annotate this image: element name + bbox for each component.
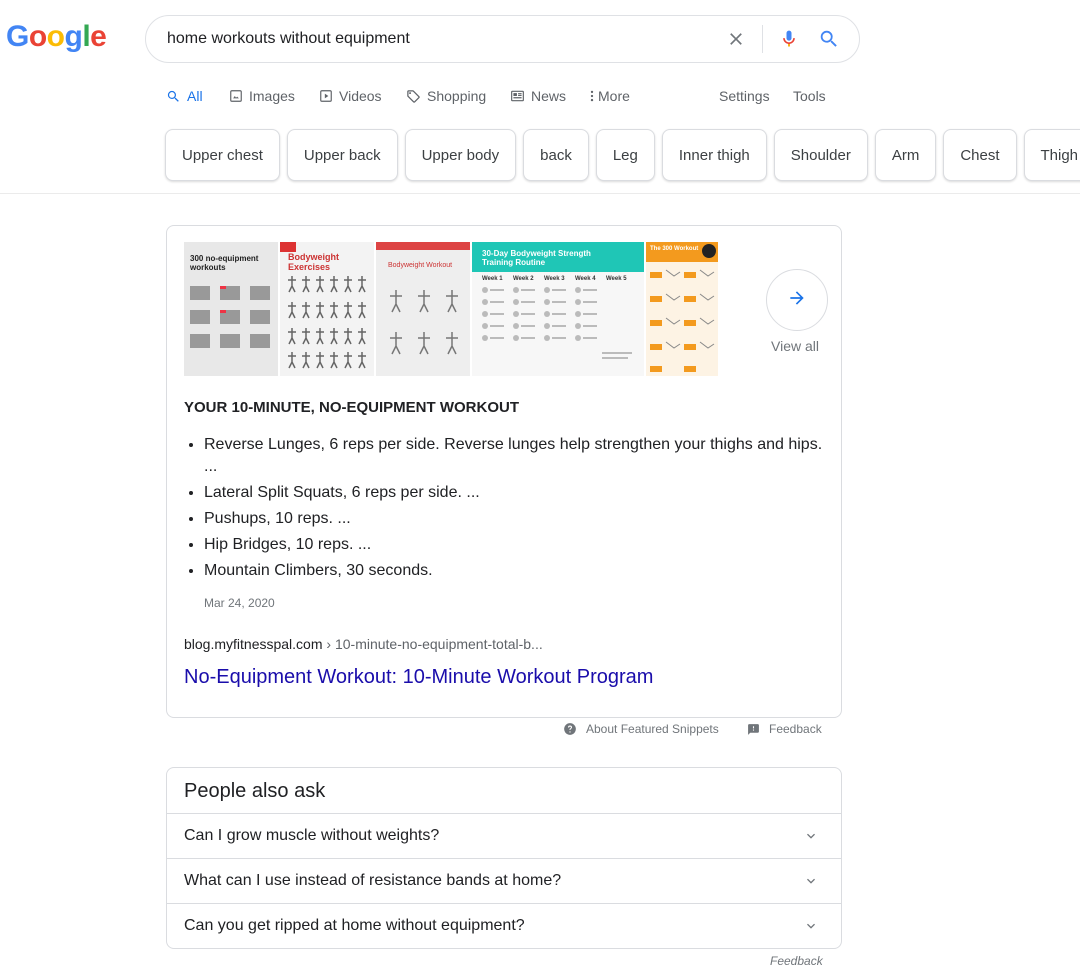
search-icon	[166, 89, 181, 104]
tab-label: Tools	[793, 88, 826, 104]
snippet-image[interactable]: The 300 Workout	[646, 242, 718, 376]
image-caption: 300 no-equipment workouts	[190, 254, 259, 272]
chip[interactable]: Leg	[595, 129, 655, 181]
tab-tools[interactable]: Tools	[793, 88, 826, 104]
chip[interactable]: Thigh	[1023, 129, 1080, 181]
tab-label: News	[531, 88, 567, 104]
list-item: Lateral Split Squats, 6 reps per side. .…	[204, 482, 824, 504]
list-item: Mountain Climbers, 30 seconds.	[204, 560, 824, 582]
refinement-chips: Upper chest Upper back Upper body back L…	[165, 129, 1080, 181]
snippet-image[interactable]: Bodyweight Workout	[376, 242, 470, 376]
chip[interactable]: Upper body	[404, 129, 517, 181]
video-icon	[319, 89, 333, 103]
chip[interactable]: Arm	[874, 129, 937, 181]
snippet-list: Reverse Lunges, 6 reps per side. Reverse…	[204, 434, 824, 586]
people-also-ask: People also ask Can I grow muscle withou…	[166, 767, 842, 949]
microphone-icon[interactable]	[769, 19, 809, 59]
tab-all[interactable]: All	[166, 88, 203, 104]
google-logo[interactable]: Google	[6, 20, 107, 54]
logo-letter: o	[28, 20, 47, 53]
search-divider	[762, 25, 763, 53]
search-icon[interactable]	[809, 19, 849, 59]
chevron-down-icon[interactable]	[803, 918, 819, 939]
chevron-down-icon[interactable]	[803, 873, 819, 894]
week-label: Week 1	[482, 276, 503, 282]
list-item: Reverse Lunges, 6 reps per side. Reverse…	[204, 434, 824, 478]
logo-letter: e	[90, 20, 107, 53]
result-domain: blog.myfitnesspal.com	[184, 636, 323, 652]
tab-label: More	[598, 88, 630, 104]
view-all-label[interactable]: View all	[771, 338, 819, 354]
result-url: blog.myfitnesspal.com › 10-minute-no-equ…	[184, 636, 543, 652]
search-input[interactable]: home workouts without equipment	[167, 30, 716, 48]
tab-label: Videos	[339, 88, 382, 104]
logo-letter: g	[64, 20, 83, 53]
tab-images[interactable]: Images	[229, 88, 295, 104]
image-caption: The 300 Workout	[650, 246, 699, 252]
snippet-date: Mar 24, 2020	[204, 596, 275, 610]
about-label: About Featured Snippets	[586, 722, 719, 736]
more-vertical-icon	[589, 89, 595, 103]
newspaper-icon	[510, 89, 525, 103]
week-label: Week 4	[575, 276, 596, 282]
list-item: Pushups, 10 reps. ...	[204, 508, 824, 530]
chip[interactable]: Shoulder	[773, 129, 868, 181]
paa-heading: People also ask	[184, 780, 326, 802]
image-caption: Bodyweight Workout	[388, 262, 453, 269]
tab-label: All	[187, 88, 203, 104]
tag-icon	[406, 89, 421, 104]
paa-feedback[interactable]: Feedback	[770, 954, 823, 968]
feedback-icon	[747, 723, 760, 736]
snippet-image[interactable]: 30-Day Bodyweight Strength Training Rout…	[472, 242, 644, 376]
chip[interactable]: Inner thigh	[661, 129, 767, 181]
question-text: What can I use instead of resistance ban…	[184, 872, 562, 889]
tab-more[interactable]: More	[589, 88, 630, 104]
featured-snippet: 300 no-equipment workouts Bodyweight Exe…	[166, 225, 842, 718]
image-caption: Bodyweight Exercises	[288, 252, 339, 272]
chip[interactable]: Chest	[943, 129, 1017, 181]
about-featured-snippets[interactable]: About Featured Snippets	[563, 722, 719, 736]
feedback-label: Feedback	[769, 722, 822, 736]
week-label: Week 5	[606, 276, 627, 282]
view-all-button[interactable]	[766, 269, 828, 331]
paa-question[interactable]: Can you get ripped at home without equip…	[167, 903, 841, 948]
paa-question[interactable]: Can I grow muscle without weights?	[167, 813, 841, 858]
question-text: Can I grow muscle without weights?	[184, 827, 440, 844]
arrow-right-icon	[787, 288, 807, 313]
week-label: Week 3	[544, 276, 565, 282]
image-icon	[229, 89, 243, 103]
logo-letter: l	[82, 20, 91, 53]
snippet-heading: YOUR 10-MINUTE, NO-EQUIPMENT WORKOUT	[184, 399, 520, 416]
header-divider	[0, 193, 1080, 194]
snippet-image[interactable]: 300 no-equipment workouts	[184, 242, 278, 376]
snippet-image[interactable]: Bodyweight Exercises	[280, 242, 374, 376]
snippet-image-strip: 300 no-equipment workouts Bodyweight Exe…	[184, 242, 720, 376]
logo-letter: o	[46, 20, 65, 53]
week-label: Week 2	[513, 276, 534, 282]
tab-label: Settings	[719, 88, 770, 104]
tab-news[interactable]: News	[510, 88, 566, 104]
logo-letter: G	[6, 20, 29, 53]
snippet-feedback[interactable]: Feedback	[747, 722, 822, 736]
tab-settings[interactable]: Settings	[719, 88, 770, 104]
result-path: › 10-minute-no-equipment-total-b...	[322, 636, 543, 652]
tab-shopping[interactable]: Shopping	[406, 88, 486, 104]
paa-question[interactable]: What can I use instead of resistance ban…	[167, 858, 841, 903]
chevron-down-icon[interactable]	[803, 828, 819, 849]
result-title-link[interactable]: No-Equipment Workout: 10-Minute Workout …	[184, 666, 653, 689]
chip[interactable]: Upper back	[286, 129, 398, 181]
search-box[interactable]: home workouts without equipment	[145, 15, 860, 63]
image-caption: 30-Day Bodyweight Strength Training Rout…	[482, 249, 591, 267]
clear-icon[interactable]	[716, 19, 756, 59]
chip[interactable]: Upper chest	[165, 129, 280, 181]
question-text: Can you get ripped at home without equip…	[184, 917, 525, 934]
chip[interactable]: back	[523, 129, 589, 181]
tab-videos[interactable]: Videos	[319, 88, 382, 104]
help-icon	[563, 722, 577, 736]
tab-label: Images	[249, 88, 295, 104]
list-item: Hip Bridges, 10 reps. ...	[204, 534, 824, 556]
tab-label: Shopping	[427, 88, 487, 104]
